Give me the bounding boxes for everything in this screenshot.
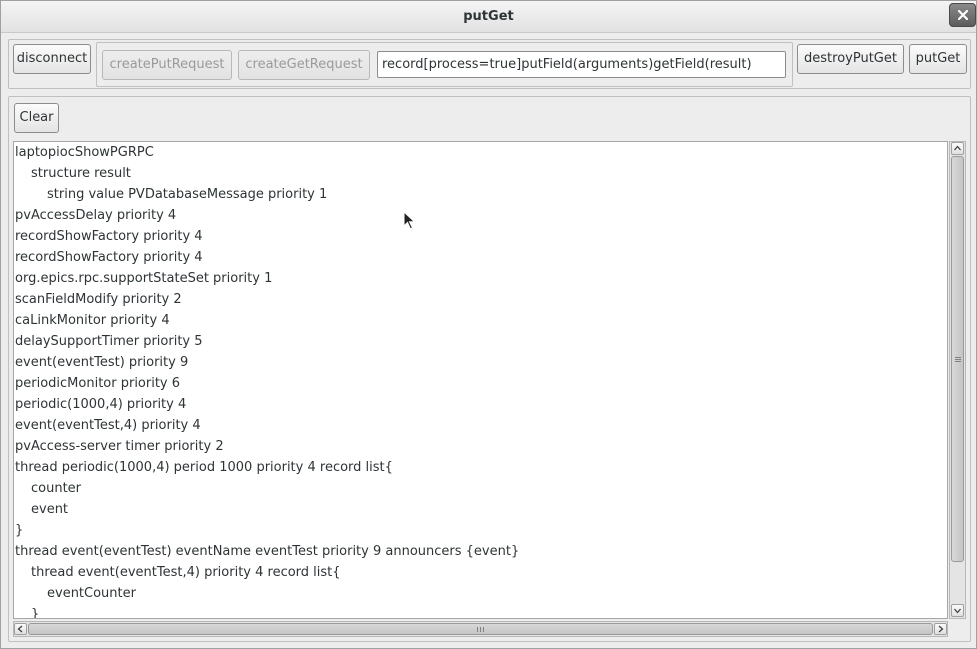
put-get-button[interactable]: putGet xyxy=(909,44,967,74)
output-line: eventCounter xyxy=(47,586,136,601)
arrow-right-icon xyxy=(938,625,944,633)
output-line: laptopiocShowPGRPC xyxy=(15,145,154,160)
horizontal-scroll-thumb[interactable] xyxy=(28,623,933,635)
output-line: org.epics.rpc.supportStateSet priority 1 xyxy=(15,271,273,286)
destroy-put-get-button[interactable]: destroyPutGet xyxy=(797,44,904,74)
output-line: pvAccessDelay priority 4 xyxy=(15,208,177,223)
output-line: delaySupportTimer priority 5 xyxy=(15,334,203,349)
horizontal-scrollbar[interactable] xyxy=(13,621,948,637)
scroll-right-button[interactable] xyxy=(934,623,947,635)
close-icon xyxy=(958,10,968,20)
create-put-request-button[interactable]: createPutRequest xyxy=(102,50,232,80)
output-line: pvAccess-server timer priority 2 xyxy=(15,439,224,454)
disconnect-button[interactable]: disconnect xyxy=(13,44,91,74)
output-line: caLinkMonitor priority 4 xyxy=(15,313,170,328)
output-line: } xyxy=(15,523,24,538)
arrow-down-icon xyxy=(954,608,961,614)
scroll-left-button[interactable] xyxy=(14,623,27,635)
output-line: structure result xyxy=(31,166,131,181)
vertical-scrollbar[interactable] xyxy=(949,141,966,619)
create-get-request-button[interactable]: createGetRequest xyxy=(238,50,370,80)
output-line: recordShowFactory priority 4 xyxy=(15,250,203,265)
arrow-up-icon xyxy=(954,145,961,151)
output-line: thread event(eventTest) eventName eventT… xyxy=(15,544,520,559)
window-title: putGet xyxy=(463,9,514,24)
output-line: periodicMonitor priority 6 xyxy=(15,376,181,391)
output-line: thread event(eventTest,4) priority 4 rec… xyxy=(31,565,341,580)
arrow-left-icon xyxy=(17,625,23,633)
output-line: } xyxy=(31,607,40,619)
scroll-up-button[interactable] xyxy=(951,142,964,155)
output-line: recordShowFactory priority 4 xyxy=(15,229,203,244)
title-bar[interactable]: putGet xyxy=(1,1,976,33)
output-line: scanFieldModify priority 2 xyxy=(15,292,182,307)
output-line: event xyxy=(31,502,69,517)
close-button[interactable] xyxy=(949,3,976,27)
output-line: thread periodic(1000,4) period 1000 prio… xyxy=(15,460,393,475)
clear-button[interactable]: Clear xyxy=(14,103,59,133)
request-input[interactable]: record[process=true]putField(arguments)g… xyxy=(377,51,786,78)
output-line: string value PVDatabaseMessage priority … xyxy=(47,187,328,202)
scroll-down-button[interactable] xyxy=(951,604,964,617)
vertical-scroll-thumb[interactable] xyxy=(951,156,964,562)
output-text-area[interactable]: laptopiocShowPGRPC structure result string… xyxy=(13,141,948,619)
mouse-pointer-icon xyxy=(403,211,416,230)
output-line: periodic(1000,4) priority 4 xyxy=(15,397,187,412)
output-line: event(eventTest,4) priority 4 xyxy=(15,418,201,433)
output-line: counter xyxy=(31,481,82,496)
putget-window: putGet disconnect createPutRequest creat… xyxy=(0,0,977,649)
output-line: event(eventTest) priority 9 xyxy=(15,355,189,370)
